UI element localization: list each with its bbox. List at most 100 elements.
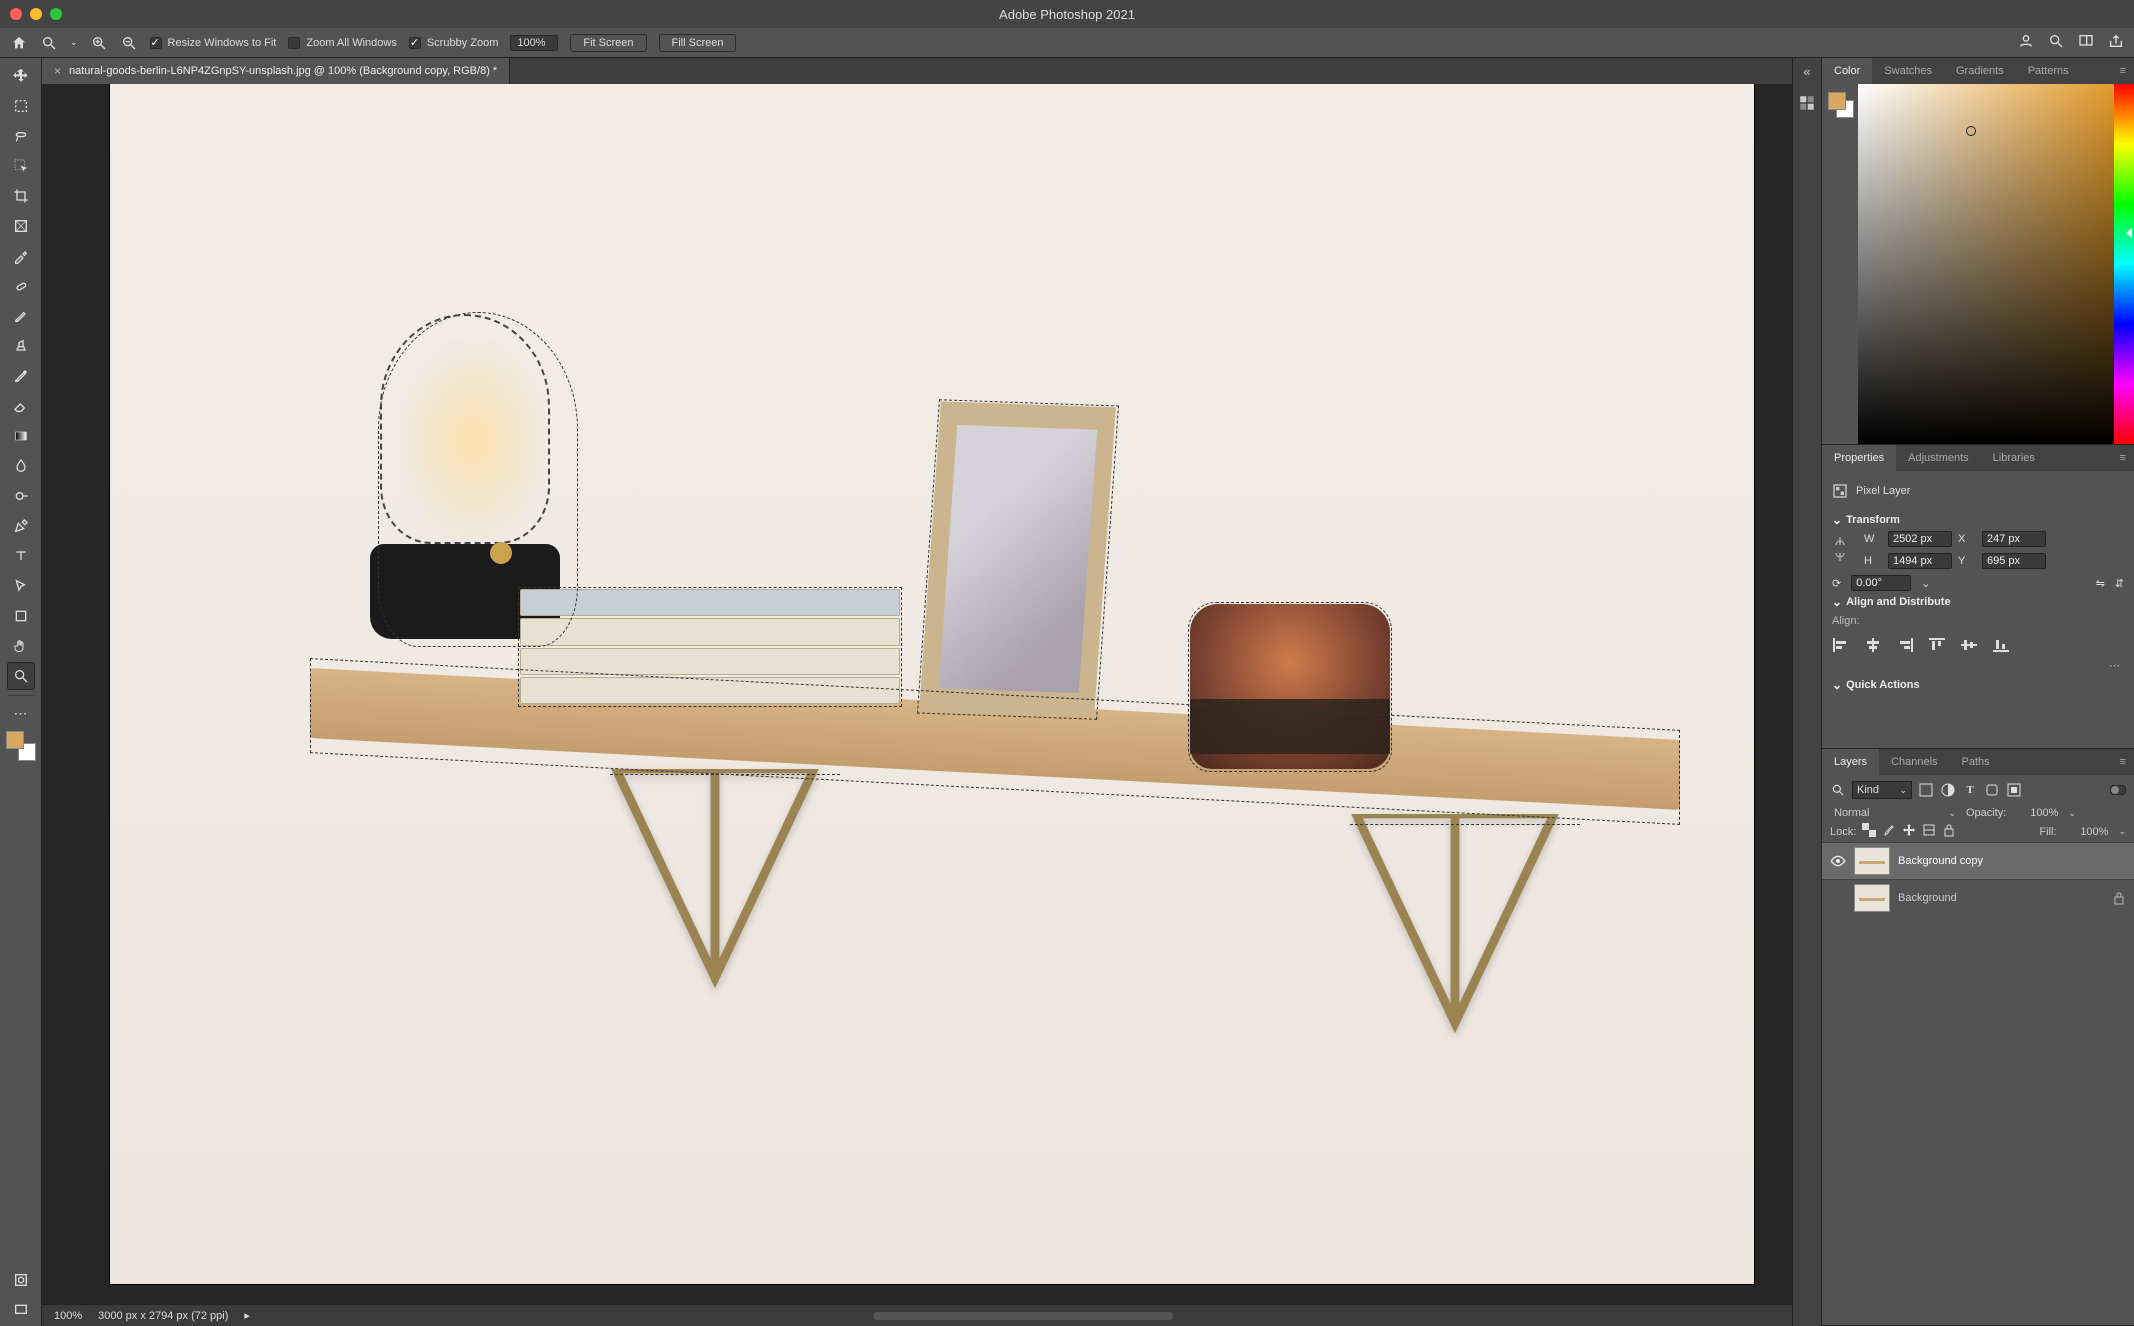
filter-adjustment-icon[interactable] bbox=[1940, 782, 1956, 798]
filter-shape-icon[interactable] bbox=[1984, 782, 2000, 798]
gradient-tool[interactable] bbox=[7, 422, 35, 450]
horizontal-scrollbar[interactable] bbox=[873, 1312, 1173, 1320]
quick-actions-section[interactable]: Quick Actions bbox=[1832, 674, 2124, 696]
align-hcenter-icon[interactable] bbox=[1864, 637, 1882, 653]
healing-brush-tool[interactable] bbox=[7, 272, 35, 300]
lock-position-icon[interactable] bbox=[1902, 823, 1916, 840]
zoom-all-checkbox[interactable]: Zoom All Windows bbox=[288, 37, 396, 49]
lock-artboard-icon[interactable] bbox=[1922, 823, 1936, 840]
status-doc-info[interactable]: 3000 px x 2794 px (72 ppi) bbox=[98, 1310, 228, 1322]
layer-filter-kind[interactable]: Kind⌄ bbox=[1852, 781, 1912, 799]
lock-pixels-icon[interactable] bbox=[1882, 823, 1896, 840]
type-tool[interactable] bbox=[7, 542, 35, 570]
minimize-window-button[interactable] bbox=[30, 8, 42, 20]
clone-stamp-tool[interactable] bbox=[7, 332, 35, 360]
edit-toolbar-button[interactable]: ⋯ bbox=[7, 699, 35, 727]
fill-screen-button[interactable]: Fill Screen bbox=[659, 34, 737, 52]
zoom-preset-caret-icon[interactable]: ⌄ bbox=[70, 37, 78, 48]
tab-libraries[interactable]: Libraries bbox=[1981, 445, 2047, 471]
zoom-out-icon[interactable] bbox=[120, 34, 138, 52]
tab-swatches[interactable]: Swatches bbox=[1872, 58, 1944, 84]
lock-transparency-icon[interactable] bbox=[1862, 823, 1876, 840]
search-icon[interactable] bbox=[2048, 33, 2064, 52]
close-tab-icon[interactable]: × bbox=[54, 64, 61, 78]
cloud-docs-icon[interactable] bbox=[2018, 33, 2034, 52]
tab-paths[interactable]: Paths bbox=[1950, 749, 2002, 775]
filter-smart-icon[interactable] bbox=[2006, 782, 2022, 798]
crop-tool[interactable] bbox=[7, 182, 35, 210]
transform-section[interactable]: Transform bbox=[1832, 509, 2124, 531]
move-tool[interactable] bbox=[7, 62, 35, 90]
hand-tool[interactable] bbox=[7, 632, 35, 660]
fit-screen-button[interactable]: Fit Screen bbox=[570, 34, 646, 52]
quick-mask-button[interactable] bbox=[7, 1266, 35, 1294]
maximize-window-button[interactable] bbox=[50, 8, 62, 20]
eyedropper-tool[interactable] bbox=[7, 242, 35, 270]
tab-layers[interactable]: Layers bbox=[1822, 749, 1879, 775]
layer-row[interactable]: Background bbox=[1822, 879, 2134, 916]
align-section[interactable]: Align and Distribute bbox=[1832, 591, 2124, 613]
frame-tool[interactable] bbox=[7, 212, 35, 240]
chevron-down-icon[interactable]: ⌄ bbox=[2068, 808, 2076, 819]
visibility-toggle-icon[interactable] bbox=[1830, 890, 1846, 906]
opacity-input[interactable]: 100% bbox=[2012, 807, 2062, 819]
color-picker-field[interactable] bbox=[1858, 84, 2114, 444]
tab-adjustments[interactable]: Adjustments bbox=[1896, 445, 1981, 471]
foreground-background-swatch[interactable] bbox=[1828, 92, 1854, 118]
collapsed-panel-icon[interactable] bbox=[1798, 94, 1816, 112]
width-input[interactable]: 2502 px bbox=[1888, 531, 1952, 547]
share-icon[interactable] bbox=[2108, 33, 2124, 52]
align-more-icon[interactable]: ⋯ bbox=[1832, 657, 2124, 674]
flip-vertical-icon[interactable]: ⇵ bbox=[2115, 577, 2124, 590]
close-window-button[interactable] bbox=[10, 8, 22, 20]
canvas[interactable] bbox=[110, 84, 1754, 1284]
history-brush-tool[interactable] bbox=[7, 362, 35, 390]
filter-type-icon[interactable]: T bbox=[1962, 782, 1978, 798]
flip-horizontal-icon[interactable]: ⇋ bbox=[2096, 577, 2105, 590]
workspace-switcher-icon[interactable] bbox=[2078, 33, 2094, 52]
eraser-tool[interactable] bbox=[7, 392, 35, 420]
tab-color[interactable]: Color bbox=[1822, 58, 1872, 84]
angle-input[interactable]: 0.00° bbox=[1851, 575, 1911, 591]
status-zoom[interactable]: 100% bbox=[54, 1310, 82, 1322]
color-swatches[interactable] bbox=[6, 731, 36, 761]
panel-menu-icon[interactable]: ≡ bbox=[2112, 445, 2134, 471]
zoom-percent-field[interactable]: 100% bbox=[510, 35, 558, 51]
layer-row[interactable]: Background copy bbox=[1822, 842, 2134, 879]
height-input[interactable]: 1494 px bbox=[1888, 553, 1952, 569]
tab-properties[interactable]: Properties bbox=[1822, 445, 1896, 471]
y-input[interactable]: 695 px bbox=[1982, 553, 2046, 569]
align-left-icon[interactable] bbox=[1832, 637, 1850, 653]
zoom-tool[interactable] bbox=[7, 662, 35, 690]
scrubby-zoom-checkbox[interactable]: Scrubby Zoom bbox=[409, 37, 499, 49]
tab-channels[interactable]: Channels bbox=[1879, 749, 1949, 775]
dodge-tool[interactable] bbox=[7, 482, 35, 510]
resize-windows-checkbox[interactable]: Resize Windows to Fit bbox=[150, 37, 277, 49]
zoom-in-icon[interactable] bbox=[90, 34, 108, 52]
tab-patterns[interactable]: Patterns bbox=[2016, 58, 2081, 84]
hue-slider[interactable] bbox=[2114, 84, 2134, 444]
layer-name[interactable]: Background copy bbox=[1898, 855, 1983, 867]
link-wh-icon[interactable] bbox=[1832, 535, 1858, 566]
tab-gradients[interactable]: Gradients bbox=[1944, 58, 2016, 84]
align-right-icon[interactable] bbox=[1896, 637, 1914, 653]
lasso-tool[interactable] bbox=[7, 122, 35, 150]
path-selection-tool[interactable] bbox=[7, 572, 35, 600]
home-button[interactable] bbox=[10, 34, 28, 52]
shape-tool[interactable] bbox=[7, 602, 35, 630]
brush-tool[interactable] bbox=[7, 302, 35, 330]
visibility-toggle-icon[interactable] bbox=[1830, 853, 1846, 869]
canvas-viewport[interactable] bbox=[42, 84, 1792, 1304]
filter-pixel-icon[interactable] bbox=[1918, 782, 1934, 798]
blur-tool[interactable] bbox=[7, 452, 35, 480]
pen-tool[interactable] bbox=[7, 512, 35, 540]
marquee-tool[interactable] bbox=[7, 92, 35, 120]
panel-menu-icon[interactable]: ≡ bbox=[2112, 749, 2134, 775]
angle-caret-icon[interactable]: ⌄ bbox=[1921, 577, 1930, 590]
align-top-icon[interactable] bbox=[1928, 637, 1946, 653]
panel-menu-icon[interactable]: ≡ bbox=[2112, 58, 2134, 84]
document-tab[interactable]: × natural-goods-berlin-L6NP4ZGnpSY-unspl… bbox=[42, 58, 510, 84]
screen-mode-button[interactable] bbox=[7, 1296, 35, 1324]
collapse-chevron-icon[interactable]: « bbox=[1798, 64, 1816, 82]
align-bottom-icon[interactable] bbox=[1992, 637, 2010, 653]
